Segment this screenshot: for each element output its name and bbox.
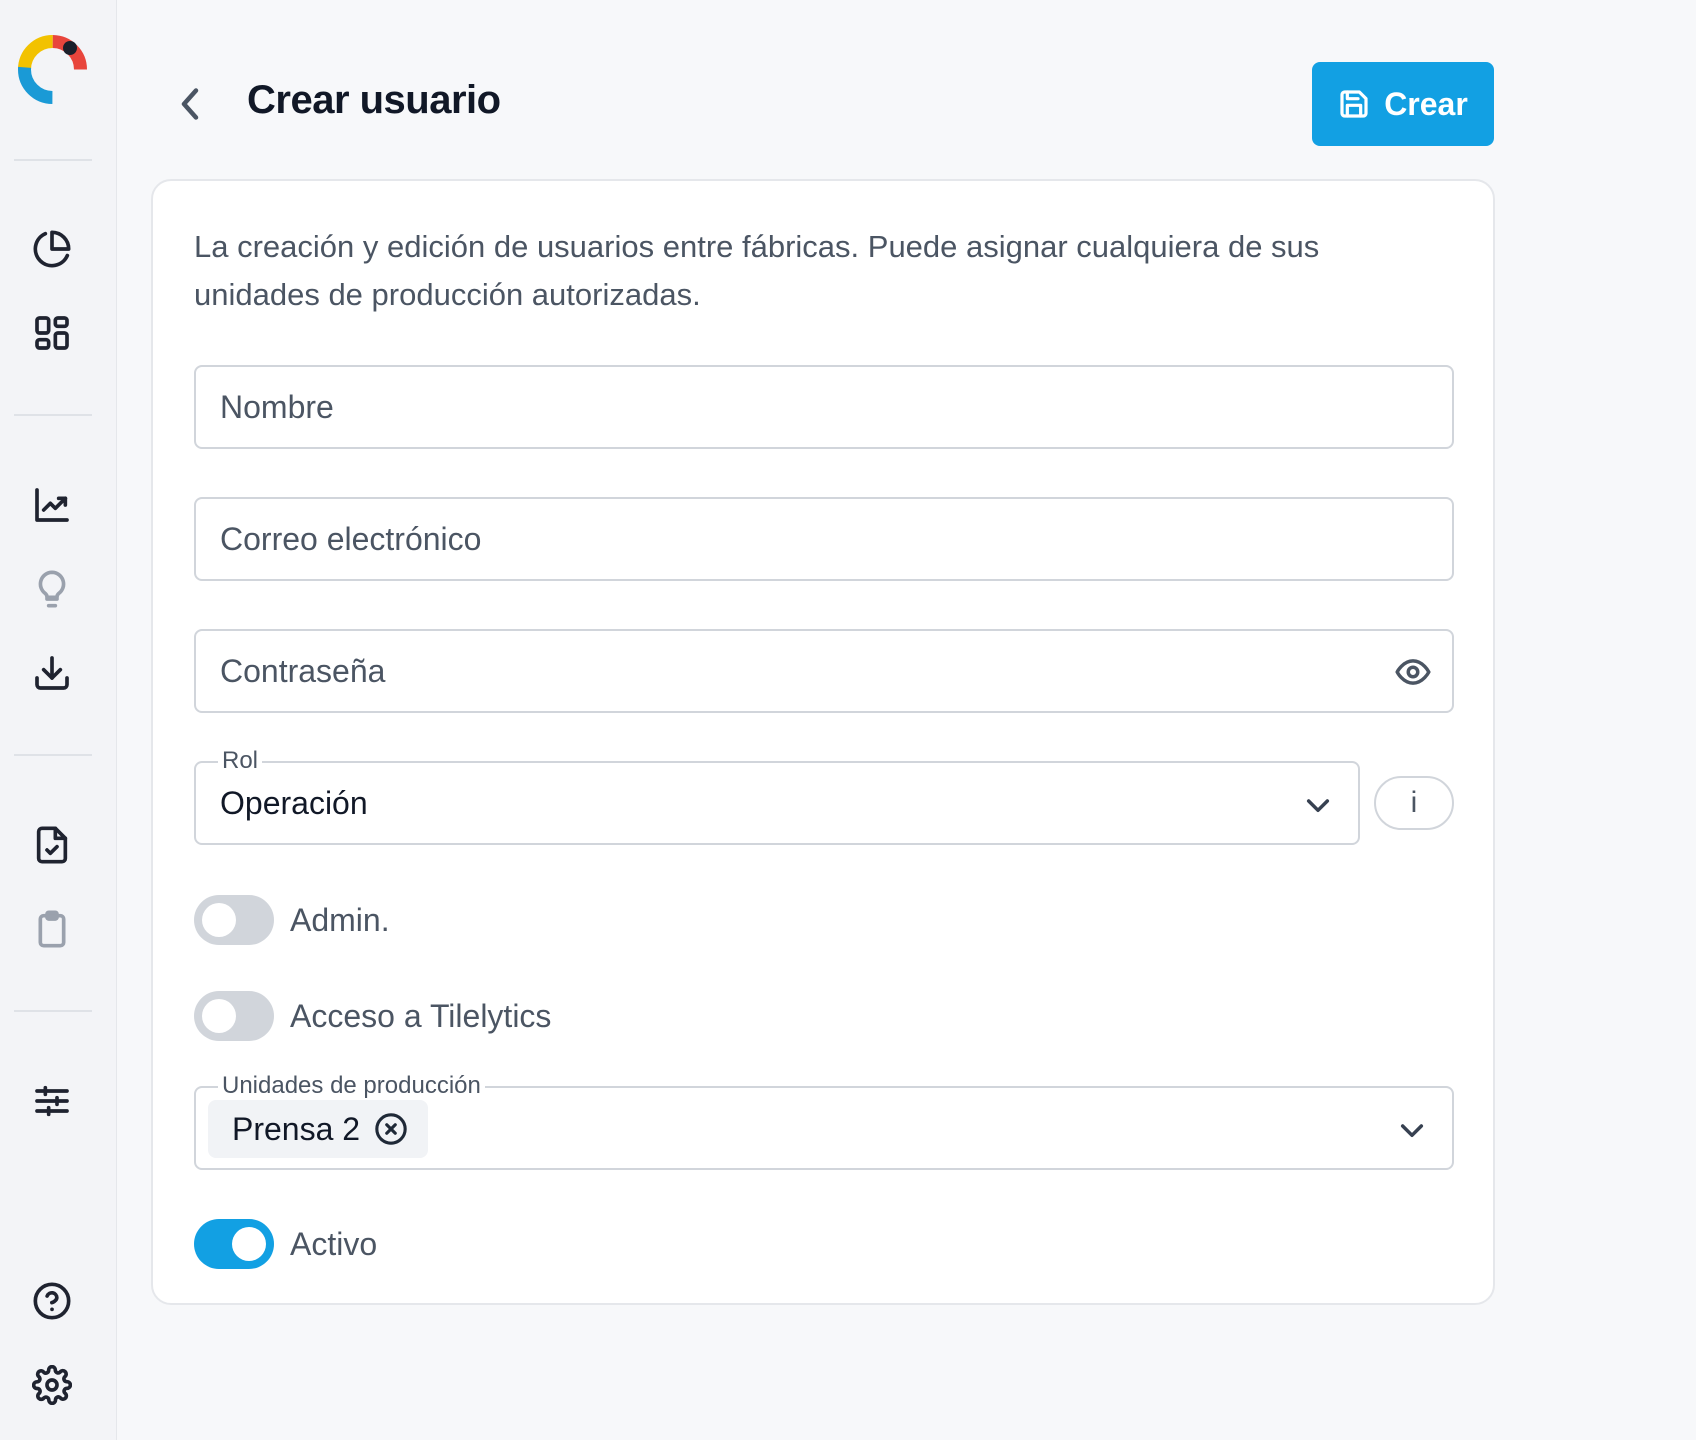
remove-chip-icon[interactable] xyxy=(374,1112,408,1146)
sidebar-divider xyxy=(14,414,92,416)
production-units-select[interactable]: Unidades de producción Prensa 2 xyxy=(194,1070,1454,1170)
tilelytics-toggle-row[interactable]: Acceso a Tilelytics xyxy=(194,991,551,1041)
admin-toggle-row[interactable]: Admin. xyxy=(194,895,390,945)
download-icon[interactable] xyxy=(29,650,75,696)
email-input[interactable] xyxy=(196,499,1452,579)
unit-chip-label: Prensa 2 xyxy=(232,1110,361,1147)
info-label: i xyxy=(1410,786,1418,819)
role-value: Operación xyxy=(220,785,368,821)
unit-chip: Prensa 2 xyxy=(208,1100,429,1158)
tilelytics-toggle[interactable] xyxy=(194,991,274,1041)
file-check-icon[interactable] xyxy=(29,822,75,868)
dashboard-grid-icon[interactable] xyxy=(29,310,75,356)
production-units-label: Unidades de producción xyxy=(218,1070,485,1102)
role-info-button[interactable]: i xyxy=(1374,776,1454,830)
create-button-label: Crear xyxy=(1384,85,1468,122)
app-logo[interactable] xyxy=(15,32,90,107)
sidebar xyxy=(0,0,117,1440)
chevron-down-icon xyxy=(1396,1114,1428,1146)
form-description: La creación y edición de usuarios entre … xyxy=(194,229,1320,312)
create-user-card: La creación y edición de usuarios entre … xyxy=(151,179,1495,1305)
name-field xyxy=(194,365,1454,449)
active-label: Activo xyxy=(290,1225,378,1262)
eye-icon[interactable] xyxy=(1394,653,1432,691)
role-label: Rol xyxy=(218,745,263,777)
settings-icon[interactable] xyxy=(29,1362,75,1408)
chevron-down-icon xyxy=(1302,789,1334,821)
active-toggle[interactable] xyxy=(194,1219,274,1269)
password-field xyxy=(194,629,1454,713)
name-input[interactable] xyxy=(196,367,1452,447)
back-button[interactable] xyxy=(172,84,208,124)
password-input[interactable] xyxy=(196,631,1452,711)
page-title: Crear usuario xyxy=(247,78,501,122)
email-field xyxy=(194,497,1454,581)
admin-toggle[interactable] xyxy=(194,895,274,945)
help-icon[interactable] xyxy=(29,1278,75,1324)
clipboard-icon[interactable] xyxy=(29,906,75,952)
sidebar-divider xyxy=(14,1010,92,1012)
sidebar-divider xyxy=(14,159,92,161)
save-icon xyxy=(1340,90,1368,118)
chevron-left-icon xyxy=(181,88,199,120)
tilelytics-label: Acceso a Tilelytics xyxy=(290,997,552,1034)
sliders-icon[interactable] xyxy=(29,1078,75,1124)
admin-label: Admin. xyxy=(290,901,390,938)
pie-chart-icon[interactable] xyxy=(29,226,75,272)
lightbulb-icon[interactable] xyxy=(29,566,75,612)
trend-chart-icon[interactable] xyxy=(29,482,75,528)
active-toggle-row[interactable]: Activo xyxy=(194,1219,377,1269)
sidebar-divider xyxy=(14,754,92,756)
role-select[interactable]: Rol Operación xyxy=(194,745,1360,845)
create-button[interactable]: Crear xyxy=(1312,62,1494,146)
